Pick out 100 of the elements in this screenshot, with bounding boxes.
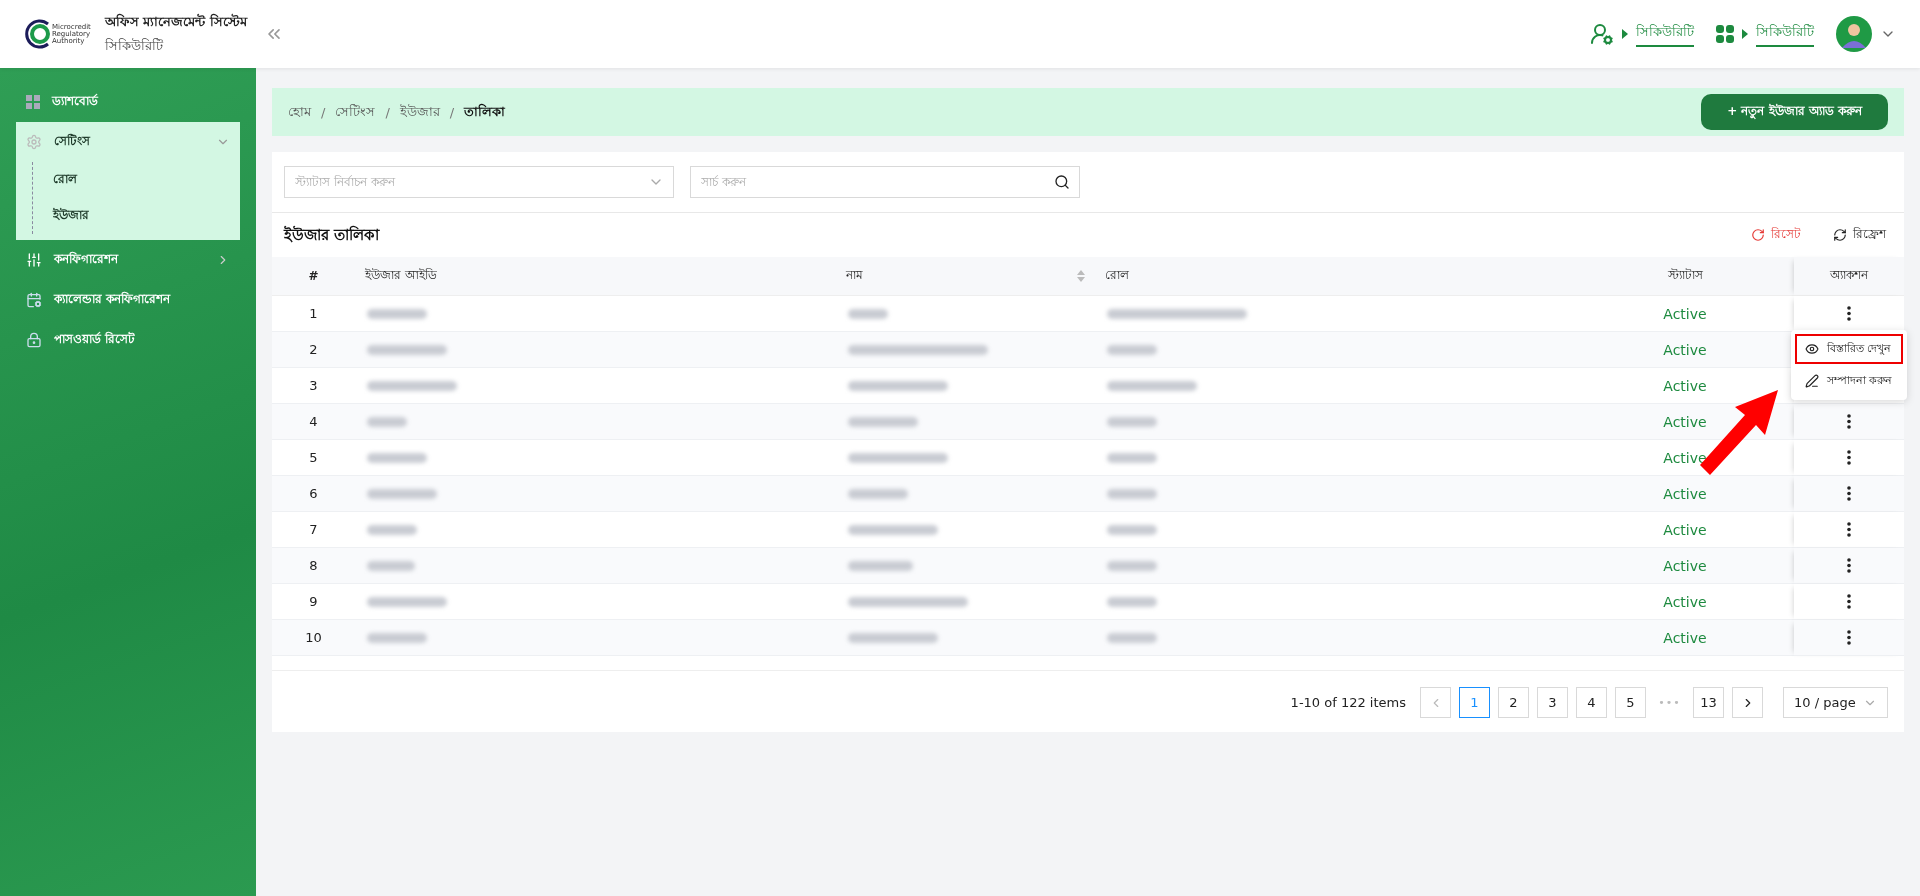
blurred-text [1107,488,1157,499]
status-text: Active [1663,629,1707,646]
sidebar-subitem[interactable]: রোল [53,162,240,198]
table-cell: 4 [272,404,355,440]
more-button[interactable] [1847,450,1851,465]
column-header: # [272,257,355,296]
pen-icon [1805,374,1819,388]
more-icon [1847,522,1851,537]
status-text: Active [1663,521,1707,538]
blurred-text [367,488,437,499]
column-header: অ্যাকশন [1794,257,1904,296]
app-title: অফিস ম্যানেজমেন্ট সিস্টেম [104,12,247,31]
blurred-text [1107,632,1157,643]
page-button[interactable]: 13 [1693,687,1724,718]
grid-icon [26,95,40,109]
more-icon [1847,414,1851,429]
status-text: Active [1663,485,1707,502]
more-icon [1847,630,1851,645]
more-button[interactable] [1847,414,1851,429]
status-text: Active [1663,413,1707,430]
blurred-text [848,308,888,319]
reset-button[interactable]: রিসেট [1745,224,1807,246]
breadcrumb-item[interactable]: ইউজার [399,101,440,123]
column-header[interactable]: নাম [836,257,1095,296]
column-header: রোল [1095,257,1576,296]
sliders-icon [26,252,42,268]
blurred-text [1107,452,1157,463]
breadcrumb-item[interactable]: হোম [288,101,311,123]
more-icon [1847,450,1851,465]
sidebar-item[interactable]: পাসওয়ার্ড রিসেট [16,320,240,360]
pagination-summary: 1-10 of 122 items [1290,695,1406,710]
blurred-text [367,524,417,535]
page-size-select[interactable]: 10 / page [1783,687,1888,718]
page-button[interactable]: 5 [1615,687,1646,718]
more-button[interactable] [1847,486,1851,501]
module-link[interactable]: সিকিউরিটি [1716,21,1814,47]
status-text: Active [1663,377,1707,394]
table-cell: 6 [272,476,355,512]
blurred-text [848,416,918,427]
more-button[interactable] [1847,306,1851,321]
blurred-text [367,452,427,463]
search-icon[interactable] [1054,174,1070,190]
sidebar-item[interactable]: কনফিগারেশন [16,240,240,280]
page-button[interactable]: 3 [1537,687,1568,718]
refresh-button[interactable]: রিফ্রেশ [1827,224,1892,246]
breadcrumb-separator: / [449,104,455,120]
more-icon [1847,306,1851,321]
status-text: Active [1663,449,1707,466]
blurred-text [848,488,908,499]
settings-icon [26,134,42,150]
blurred-text [1107,524,1157,535]
blurred-text [367,308,427,319]
calendar-icon [26,292,42,308]
sidebar-subitem[interactable]: ইউজার [53,198,240,234]
status-text: Active [1663,557,1707,574]
sidebar-item[interactable]: ক্যালেন্ডার কনফিগারেশন [16,280,240,320]
breadcrumb-separator: / [385,104,390,120]
user-switch-icon [1590,22,1614,46]
menu-item[interactable]: বিস্তারিত দেখুন [1795,334,1903,364]
eye-icon [1805,342,1819,356]
blurred-text [1107,344,1157,355]
play-icon [1742,29,1748,39]
more-button[interactable] [1847,558,1851,573]
breadcrumb-item: তালিকা [464,102,506,121]
play-icon [1622,29,1628,39]
reset-icon [1751,228,1765,242]
more-icon [1847,558,1851,573]
table-title: ইউজার তালিকা [284,224,381,246]
status-text: Active [1663,593,1707,610]
avatar[interactable] [1836,16,1872,52]
blurred-text [367,416,407,427]
more-button[interactable] [1847,594,1851,609]
blurred-text [367,632,427,643]
sidebar-item[interactable]: ড্যাশবোর্ড [16,82,240,122]
module-link[interactable]: সিকিউরিটি [1590,21,1694,47]
apps-icon [1716,25,1734,43]
blurred-text [367,560,415,571]
column-header: ইউজার আইডি [355,257,836,296]
app-subtitle: সিকিউরিটি [104,36,164,55]
blurred-text [1107,416,1157,427]
status-text: Active [1663,305,1707,322]
search-field[interactable]: সার্চ করুন [690,166,1080,198]
status-select[interactable]: স্ট্যাটাস নির্বাচন করুন [284,166,674,198]
blurred-text [1107,560,1157,571]
more-button[interactable] [1847,630,1851,645]
blurred-text [1107,596,1157,607]
logo-mark [24,18,50,50]
table-cell: 8 [272,548,355,584]
refresh-icon [1833,228,1847,242]
page-button[interactable]: 2 [1498,687,1529,718]
more-icon [1847,486,1851,501]
table-cell: 2 [272,332,355,368]
table-cell: 10 [272,620,355,656]
add-user-button[interactable]: + নতুন ইউজার অ্যাড করুন [1701,94,1888,130]
more-button[interactable] [1847,522,1851,537]
page-button[interactable]: 4 [1576,687,1607,718]
status-text: Active [1663,341,1707,358]
more-icon [1847,594,1851,609]
breadcrumb-item[interactable]: সেটিংস [335,101,376,123]
lock-icon [26,332,42,348]
